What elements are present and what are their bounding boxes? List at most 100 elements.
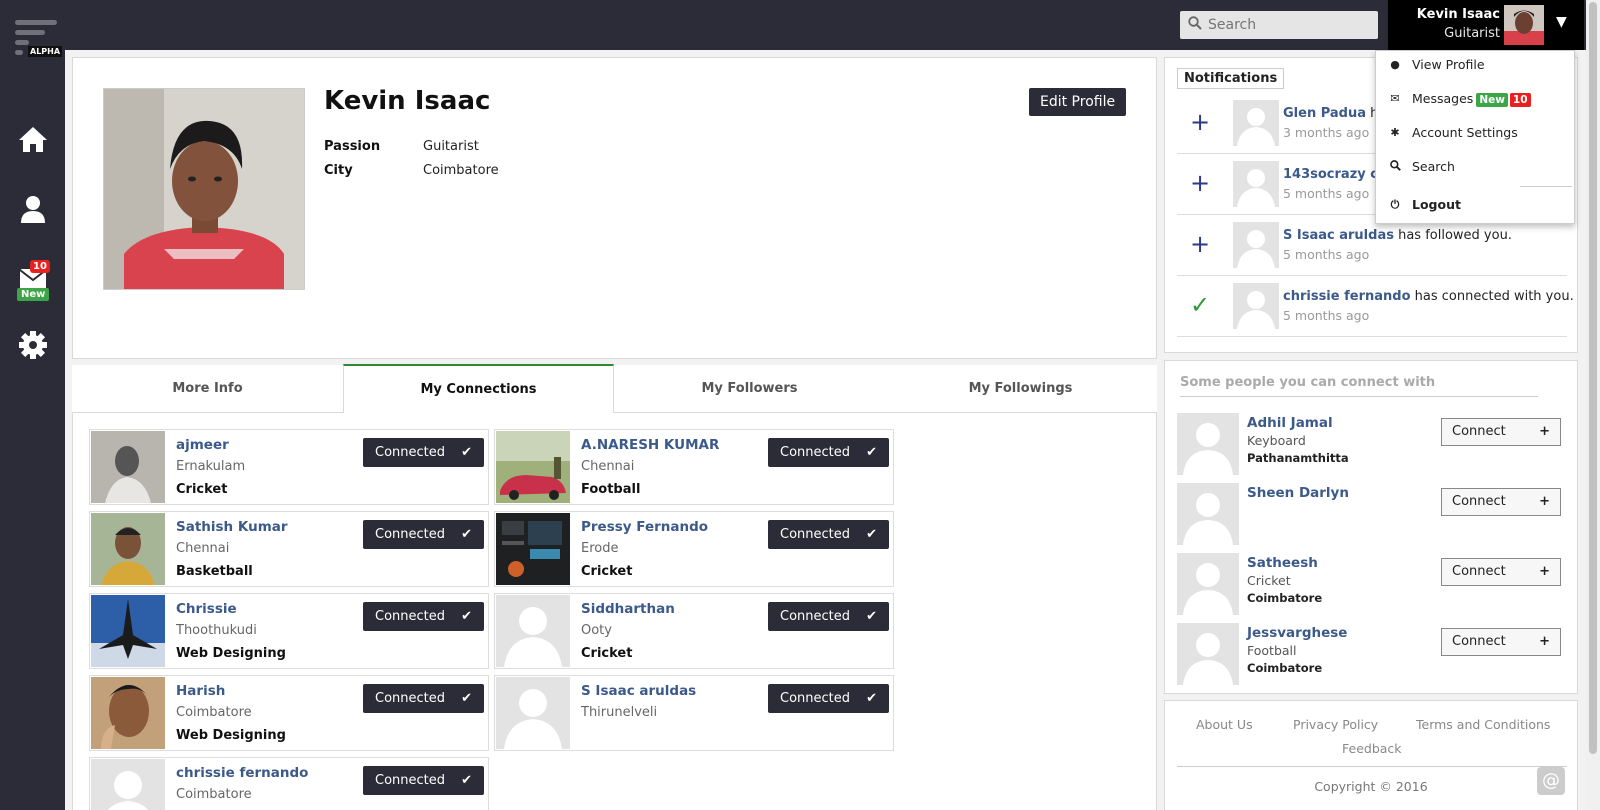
connection-interest: Football <box>581 482 641 497</box>
feedback-link[interactable]: Feedback <box>1342 741 1402 756</box>
privacy-link[interactable]: Privacy Policy <box>1293 717 1378 732</box>
suggestion-name[interactable]: Satheesh <box>1247 555 1318 571</box>
at-icon[interactable]: @ <box>1537 767 1565 795</box>
notification-user[interactable]: chrissie fernando <box>1283 289 1411 304</box>
footer-divider <box>1177 766 1567 767</box>
notification-item[interactable]: ✓ chrissie fernando has connected with y… <box>1177 277 1574 337</box>
menu-item-messages[interactable]: ✉ Messages New 10 <box>1376 85 1574 115</box>
suggestion-avatar[interactable] <box>1177 483 1239 545</box>
connected-label: Connected <box>375 691 446 706</box>
notification-time: 3 months ago <box>1283 125 1370 140</box>
connected-button[interactable]: Connected ✔ <box>363 602 484 631</box>
connection-avatar[interactable] <box>496 677 570 749</box>
connected-button[interactable]: Connected ✔ <box>768 684 889 713</box>
connected-button[interactable]: Connected ✔ <box>363 438 484 467</box>
connection-avatar[interactable] <box>496 513 570 585</box>
user-menu-toggle[interactable]: Kevin Isaac Guitarist ▼ <box>1388 0 1584 50</box>
footer-panel: About Us Privacy Policy Terms and Condit… <box>1164 700 1578 810</box>
profile-icon[interactable] <box>16 192 50 226</box>
suggestion-name[interactable]: Adhil Jamal <box>1247 415 1333 431</box>
connection-card: ajmeer Ernakulam Cricket Connected ✔ <box>89 429 489 505</box>
connection-name[interactable]: Harish <box>176 683 225 699</box>
plus-icon: + <box>1539 424 1550 439</box>
connected-button[interactable]: Connected ✔ <box>363 684 484 713</box>
connection-avatar[interactable] <box>496 595 570 667</box>
search-input[interactable] <box>1208 15 1368 35</box>
connection-avatar[interactable] <box>91 759 165 810</box>
menu-item-account-settings[interactable]: ✱ Account Settings <box>1376 119 1574 149</box>
connection-avatar[interactable] <box>91 431 165 503</box>
profile-photo <box>103 88 305 290</box>
terms-link[interactable]: Terms and Conditions <box>1416 717 1550 732</box>
power-icon: ⏻ <box>1390 198 1400 211</box>
suggestion-avatar[interactable] <box>1177 623 1239 685</box>
notification-user[interactable]: S Isaac aruldas <box>1283 228 1394 243</box>
connection-city: Coimbatore <box>176 705 252 720</box>
tab-my-followers[interactable]: My Followers <box>614 365 885 413</box>
connected-button[interactable]: Connected ✔ <box>363 520 484 549</box>
connection-name[interactable]: Chrissie <box>176 601 237 617</box>
connect-button[interactable]: Connect + <box>1441 558 1561 586</box>
notification-time: 5 months ago <box>1283 247 1370 262</box>
check-icon: ✔ <box>461 527 472 542</box>
user-icon: ● <box>1390 58 1400 71</box>
connection-name[interactable]: A.NARESH KUMAR <box>581 437 719 453</box>
connected-button[interactable]: Connected ✔ <box>768 520 889 549</box>
connection-name[interactable]: S Isaac aruldas <box>581 683 696 699</box>
plus-icon: + <box>1189 230 1211 258</box>
connection-name[interactable]: ajmeer <box>176 437 229 453</box>
connection-avatar[interactable] <box>496 431 570 503</box>
menu-item-search[interactable]: Search <box>1376 153 1574 183</box>
notification-user[interactable]: Glen Padua <box>1283 106 1366 121</box>
plus-icon: + <box>1539 564 1550 579</box>
connection-avatar[interactable] <box>91 677 165 749</box>
suggestion-city: Coimbatore <box>1247 591 1323 605</box>
connected-label: Connected <box>375 527 446 542</box>
check-icon: ✔ <box>866 691 877 706</box>
tab-my-connections[interactable]: My Connections <box>343 364 614 413</box>
connection-city: Thoothukudi <box>176 623 257 638</box>
connection-name[interactable]: Siddharthan <box>581 601 675 617</box>
connect-button[interactable]: Connect + <box>1441 418 1561 446</box>
connected-button[interactable]: Connected ✔ <box>768 602 889 631</box>
settings-gear-icon[interactable] <box>16 328 50 362</box>
suggestion-avatar[interactable] <box>1177 553 1239 615</box>
profile-tabs: More Info My Connections My Followers My… <box>72 364 1157 413</box>
connect-button[interactable]: Connect + <box>1441 488 1561 516</box>
suggestions-panel: Some people you can connect with Adhil J… <box>1164 360 1578 694</box>
edit-profile-button[interactable]: Edit Profile <box>1029 88 1127 116</box>
connection-name[interactable]: Sathish Kumar <box>176 519 288 535</box>
notification-text: chrissie fernando has connected with you… <box>1283 289 1574 304</box>
passion-value: Guitarist <box>423 139 479 154</box>
connect-label: Connect <box>1452 564 1506 579</box>
gear-icon: ✱ <box>1390 126 1400 139</box>
about-link[interactable]: About Us <box>1196 717 1253 732</box>
connect-button[interactable]: Connect + <box>1441 628 1561 656</box>
connection-card: Harish Coimbatore Web Designing Connecte… <box>89 675 489 751</box>
suggestion-name[interactable]: Sheen Darlyn <box>1247 485 1349 501</box>
user-role: Guitarist <box>1444 26 1500 41</box>
connected-button[interactable]: Connected ✔ <box>768 438 889 467</box>
menu-item-logout[interactable]: ⏻ Logout <box>1376 191 1574 221</box>
connection-avatar[interactable] <box>91 595 165 667</box>
notification-item[interactable]: + S Isaac aruldas has followed you. 5 mo… <box>1177 216 1567 276</box>
app-logo[interactable]: ALPHA <box>15 18 63 60</box>
suggestion-name[interactable]: Jessvarghese <box>1247 625 1347 641</box>
search-box[interactable] <box>1180 11 1378 39</box>
connection-avatar[interactable] <box>91 513 165 585</box>
menu-item-view-profile[interactable]: ● View Profile <box>1376 51 1574 81</box>
connection-name[interactable]: Pressy Fernando <box>581 519 708 535</box>
envelope-icon: ✉ <box>1390 92 1400 105</box>
city-label: City <box>324 163 353 178</box>
connection-name[interactable]: chrissie fernando <box>176 765 308 781</box>
page-scrollbar[interactable] <box>1586 0 1600 810</box>
passion-label: Passion <box>324 139 381 154</box>
connected-label: Connected <box>375 445 446 460</box>
scrollbar-thumb[interactable] <box>1589 2 1597 754</box>
connected-button[interactable]: Connected ✔ <box>363 766 484 795</box>
home-icon[interactable] <box>16 122 50 156</box>
tab-my-followings[interactable]: My Followings <box>885 365 1156 413</box>
tab-more-info[interactable]: More Info <box>72 365 343 413</box>
suggestion-avatar[interactable] <box>1177 413 1239 475</box>
suggestion-item: Adhil Jamal Keyboard Pathanamthitta Conn… <box>1177 413 1569 475</box>
